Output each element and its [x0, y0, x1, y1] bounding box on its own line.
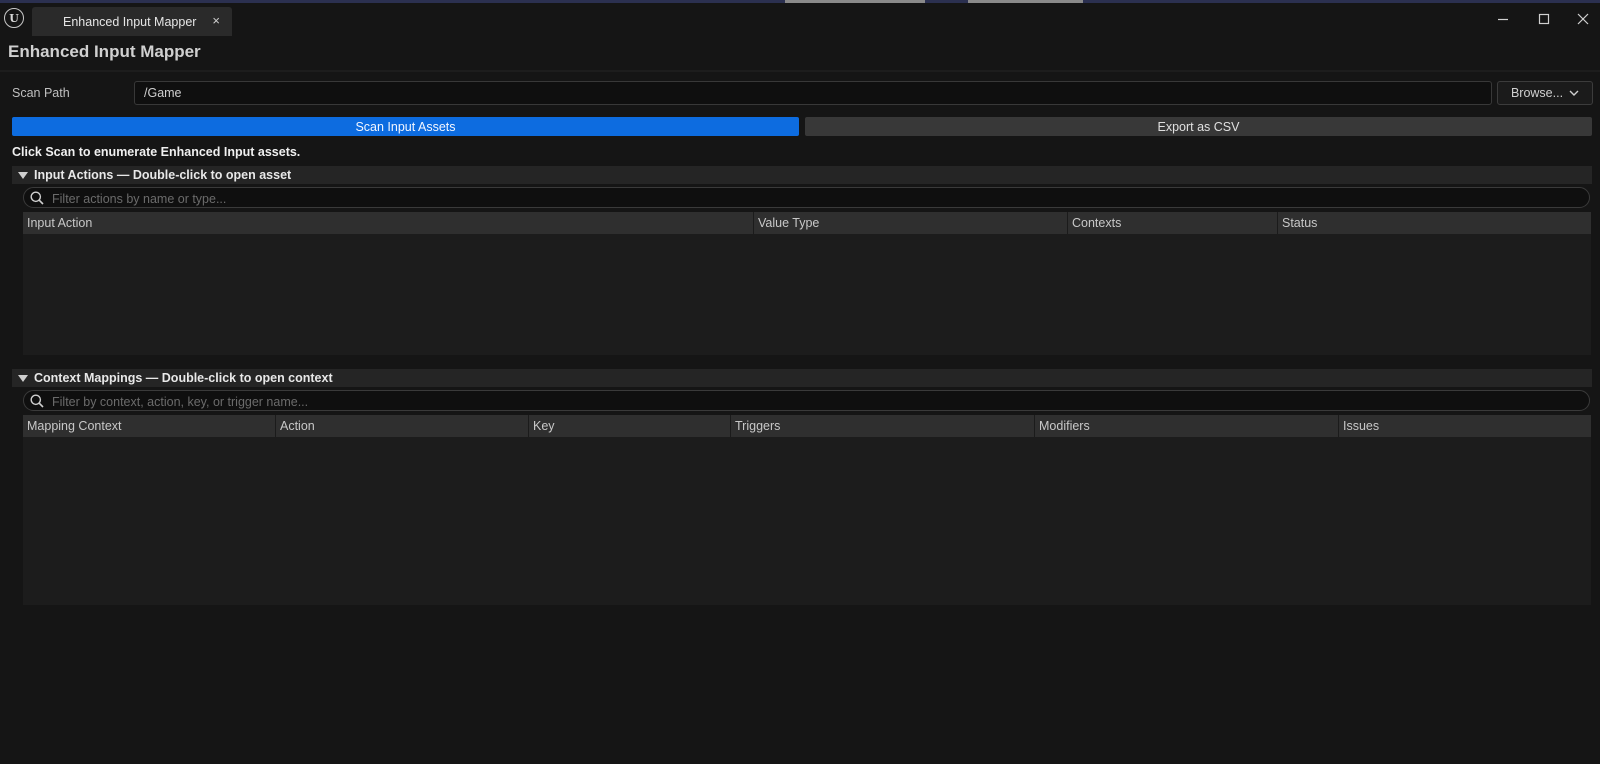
tab-enhanced-input-mapper[interactable]: Enhanced Input Mapper × [32, 7, 232, 36]
title-divider [0, 70, 1600, 72]
column-key[interactable]: Key [529, 415, 731, 437]
browse-button-label: Browse... [1510, 86, 1564, 100]
input-actions-search-input[interactable] [50, 189, 1554, 208]
title-bar: U Enhanced Input Mapper × [0, 3, 1600, 36]
chevron-down-icon [1569, 90, 1579, 96]
context-mappings-table-body[interactable] [23, 437, 1591, 605]
collapse-triangle-icon [18, 171, 28, 179]
input-actions-section-header[interactable]: Input Actions — Double-click to open ass… [12, 166, 1592, 184]
column-issues[interactable]: Issues [1339, 415, 1591, 437]
input-actions-table-body[interactable] [23, 234, 1591, 355]
export-csv-button[interactable]: Export as CSV [805, 117, 1592, 136]
input-actions-table-header: Input Action Value Type Contexts Status [23, 212, 1591, 234]
browse-button[interactable]: Browse... [1497, 81, 1593, 105]
column-action[interactable]: Action [276, 415, 529, 437]
context-mappings-section-header[interactable]: Context Mappings — Double-click to open … [12, 369, 1592, 387]
column-modifiers[interactable]: Modifiers [1035, 415, 1339, 437]
search-icon [30, 394, 44, 408]
scan-path-label: Scan Path [12, 86, 70, 100]
input-actions-filter [23, 187, 1590, 208]
scan-input-assets-button[interactable]: Scan Input Assets [12, 117, 799, 136]
panel-title: Enhanced Input Mapper [8, 42, 201, 61]
unreal-logo-icon: U [4, 8, 24, 28]
tab-close-icon[interactable]: × [212, 13, 220, 28]
column-status[interactable]: Status [1278, 212, 1591, 234]
context-mappings-search-input[interactable] [50, 392, 1554, 411]
tab-label: Enhanced Input Mapper [63, 15, 197, 29]
minimize-icon[interactable] [1488, 7, 1518, 31]
context-mappings-header-label: Context Mappings — Double-click to open … [34, 371, 333, 385]
close-icon[interactable] [1568, 7, 1598, 31]
column-contexts[interactable]: Contexts [1068, 212, 1278, 234]
collapse-triangle-icon [18, 374, 28, 382]
input-actions-header-label: Input Actions — Double-click to open ass… [34, 168, 292, 182]
column-input-action[interactable]: Input Action [23, 212, 754, 234]
column-triggers[interactable]: Triggers [731, 415, 1035, 437]
scan-path-input[interactable] [134, 81, 1492, 105]
search-icon [30, 191, 44, 205]
editor-window: U Enhanced Input Mapper × Enhanced Input… [0, 0, 1600, 764]
context-mappings-table-header: Mapping Context Action Key Triggers Modi… [23, 415, 1591, 437]
column-mapping-context[interactable]: Mapping Context [23, 415, 276, 437]
status-message: Click Scan to enumerate Enhanced Input a… [12, 145, 301, 159]
maximize-icon[interactable] [1529, 7, 1559, 31]
column-value-type[interactable]: Value Type [754, 212, 1068, 234]
context-mappings-filter [23, 390, 1590, 411]
